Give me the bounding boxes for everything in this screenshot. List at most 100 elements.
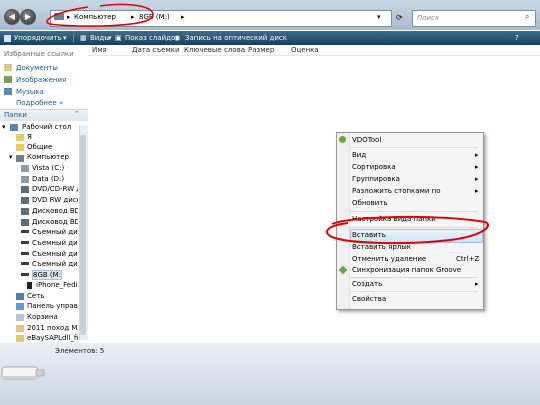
optical-drive-icon bbox=[21, 208, 29, 215]
control-panel-icon bbox=[16, 303, 24, 310]
views-chevron-icon[interactable]: ▾ bbox=[108, 34, 112, 42]
tree-item-removable-1[interactable]: Съемный диск bbox=[32, 228, 78, 236]
forward-button[interactable]: ▶ bbox=[20, 9, 36, 25]
red-highlight-address bbox=[46, 3, 154, 27]
iphone-icon bbox=[27, 282, 32, 289]
tree-item-desktop[interactable]: Рабочий стол bbox=[22, 123, 78, 131]
column-tags[interactable]: Ключевые слова bbox=[184, 46, 245, 54]
music-icon bbox=[4, 88, 12, 95]
submenu-arrow-icon: ▸ bbox=[475, 151, 479, 159]
tree-item-drive-d[interactable]: Data (D:) bbox=[32, 175, 78, 183]
menu-item-undo[interactable]: Отменить удаление bbox=[352, 255, 426, 263]
burn-button[interactable]: Запись на оптический диск bbox=[185, 34, 287, 42]
menu-separator bbox=[350, 277, 478, 278]
undo-shortcut: Ctrl+Z bbox=[456, 255, 480, 263]
tree-item-dvd-rw[interactable]: DVD RW дисковод bbox=[32, 196, 78, 204]
tree-item-removable-2[interactable]: Съемный диск bbox=[32, 239, 78, 247]
tree-item-bd-r[interactable]: Дисковод BD-R bbox=[32, 218, 78, 226]
user-folder-icon bbox=[16, 134, 24, 141]
address-separator-icon[interactable]: ▸ bbox=[181, 13, 185, 21]
tree-item-8gb-selected[interactable]: 8GB (M:) bbox=[32, 270, 62, 280]
command-toolbar: Упорядочить ▾ ▦ Виды ▾ ▣ Показ слайдов ◉… bbox=[0, 31, 540, 45]
menu-item-sort[interactable]: Сортировка bbox=[352, 163, 396, 171]
toolbar-divider bbox=[73, 34, 74, 42]
folder-icon bbox=[16, 335, 24, 342]
menu-item-group[interactable]: Группировка bbox=[352, 175, 400, 183]
organize-chevron-icon[interactable]: ▾ bbox=[63, 34, 67, 42]
tree-item-recycle-bin[interactable]: Корзина bbox=[27, 313, 78, 321]
status-item-count: Элементов: 5 bbox=[55, 347, 105, 355]
column-name[interactable]: Имя bbox=[92, 46, 107, 54]
tree-item-removable-3[interactable]: Съемный диск bbox=[32, 250, 78, 258]
tree-item-bd-rom[interactable]: Дисковод BD-RO bbox=[32, 207, 78, 215]
slideshow-icon: ▣ bbox=[115, 34, 122, 42]
tree-item-ebay[interactable]: eBaySAPLdll_files bbox=[27, 334, 78, 343]
tree-item-drive-c[interactable]: Vista (C:) bbox=[32, 164, 78, 172]
tree-item-2011[interactable]: 2011 поход МАРК bbox=[27, 324, 78, 332]
pictures-icon bbox=[4, 76, 12, 83]
menu-item-create[interactable]: Создать bbox=[352, 280, 382, 288]
tree-expand-icon[interactable]: ▾ bbox=[9, 153, 13, 161]
tree-item-user[interactable]: Я bbox=[27, 133, 78, 141]
optical-drive-icon bbox=[21, 219, 29, 226]
folders-title: Папки bbox=[4, 111, 27, 119]
tree-item-iphone[interactable]: iPhone_Fedia bbox=[36, 281, 78, 289]
views-button[interactable]: Виды bbox=[90, 34, 110, 42]
removable-disk-icon bbox=[21, 262, 29, 265]
chevron-up-icon[interactable]: ⌃ bbox=[74, 110, 80, 118]
menu-item-vdotool[interactable]: VDOTool bbox=[352, 136, 381, 144]
column-header-row: Имя Дата съемки Ключевые слова Размер Оц… bbox=[88, 45, 540, 56]
search-placeholder: Поиск bbox=[417, 14, 440, 22]
back-button[interactable]: ◀ bbox=[4, 9, 20, 25]
menu-item-groove-sync[interactable]: Синхронизация папок Groove bbox=[352, 266, 461, 274]
public-folder-icon bbox=[16, 144, 24, 151]
search-icon[interactable]: ⌕ bbox=[525, 12, 529, 22]
network-icon bbox=[16, 293, 24, 300]
menu-item-view[interactable]: Вид bbox=[352, 151, 366, 159]
refresh-icon[interactable]: ⟳ bbox=[396, 13, 403, 22]
address-dropdown-icon[interactable]: ▾ bbox=[377, 13, 381, 21]
menu-item-refresh[interactable]: Обновить bbox=[352, 199, 388, 207]
tree-item-dvd-cd[interactable]: DVD/CD-RW диско bbox=[32, 185, 78, 193]
favorite-pictures[interactable]: Изображения bbox=[16, 76, 66, 84]
submenu-arrow-icon: ▸ bbox=[475, 163, 479, 171]
help-icon[interactable]: ? bbox=[515, 34, 519, 42]
submenu-arrow-icon: ▸ bbox=[475, 280, 479, 288]
drive-icon bbox=[21, 176, 29, 183]
tree-scrollbar-thumb[interactable] bbox=[80, 135, 86, 335]
tree-item-removable-4[interactable]: Съемный диск bbox=[32, 260, 78, 268]
optical-drive-icon bbox=[21, 197, 29, 204]
tree-expand-icon[interactable]: ▾ bbox=[2, 123, 6, 131]
tree-item-control-panel[interactable]: Панель управлен bbox=[27, 302, 78, 310]
column-date-taken[interactable]: Дата съемки bbox=[132, 46, 180, 54]
search-input[interactable]: Поиск ⌕ bbox=[412, 10, 536, 27]
favorite-music[interactable]: Музыка bbox=[16, 88, 44, 96]
favorite-documents[interactable]: Документы bbox=[16, 64, 58, 72]
column-size[interactable]: Размер bbox=[248, 46, 274, 54]
tree-item-public[interactable]: Общие bbox=[27, 143, 78, 151]
drive-icon bbox=[21, 165, 29, 172]
removable-disk-icon bbox=[21, 241, 29, 244]
menu-item-stack[interactable]: Разложить стопками по bbox=[352, 187, 441, 195]
favorites-title: Избранные ссылки bbox=[4, 50, 74, 58]
removable-disk-icon bbox=[21, 273, 29, 276]
removable-disk-icon bbox=[21, 252, 29, 255]
tree-item-network[interactable]: Сеть bbox=[27, 292, 78, 300]
burn-icon: ◉ bbox=[174, 34, 181, 42]
folders-header[interactable]: Папки ⌃ bbox=[0, 109, 88, 121]
usb-drive-icon bbox=[0, 363, 46, 383]
optical-drive-icon bbox=[21, 186, 29, 193]
menu-separator bbox=[350, 147, 478, 148]
slideshow-button[interactable]: Показ слайдов bbox=[125, 34, 179, 42]
menu-item-properties[interactable]: Свойства bbox=[352, 295, 386, 303]
favorites-more-link[interactable]: Подробнее » bbox=[16, 99, 63, 107]
submenu-arrow-icon: ▸ bbox=[475, 175, 479, 183]
tree-item-computer[interactable]: Компьютер bbox=[27, 153, 78, 161]
favorites-more-label: Подробнее bbox=[16, 99, 57, 107]
submenu-arrow-icon: ▸ bbox=[475, 187, 479, 195]
documents-icon bbox=[4, 64, 12, 71]
recycle-bin-icon bbox=[16, 314, 24, 321]
column-rating[interactable]: Оценка bbox=[291, 46, 319, 54]
organize-button[interactable]: Упорядочить bbox=[14, 34, 62, 42]
organize-icon bbox=[4, 35, 11, 42]
